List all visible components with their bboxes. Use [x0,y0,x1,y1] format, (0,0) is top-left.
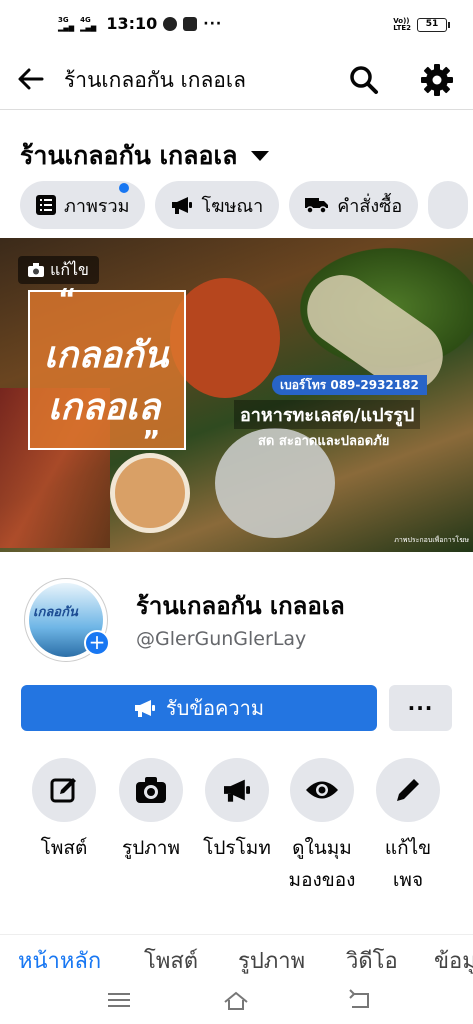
action-view-as[interactable]: ดูในมุม มองของ [277,758,367,896]
action-circle [119,758,183,822]
page-name-heading: ร้านเกลอกัน เกลอเล [20,141,238,170]
status-time: 13:10 [106,14,158,33]
edit-cover-label: แก้ไข [50,259,89,279]
caret-down-icon[interactable] [251,151,270,161]
action-label: รูปภาพ [122,837,180,859]
status-left: 3G ▂▄▆ 4G ▂▄▆ 13:10 ··· [58,14,222,33]
action-label: โปรโมท [203,837,271,859]
cover-decoration [170,278,280,398]
tab-about[interactable]: ข้อมู [434,943,473,978]
chip-label: คำสั่งซื้อ [337,195,403,217]
search-icon[interactable] [346,62,382,98]
action-circle [290,758,354,822]
action-circle [376,758,440,822]
action-circle [32,758,96,822]
chip-label: โฆษณา [201,195,264,217]
camera-icon [136,777,166,803]
action-label: แก้ไข เพจ [384,837,432,891]
add-story-plus-icon[interactable]: + [84,630,110,656]
top-app-bar: ร้านเกลอกัน เกลอเล [0,50,473,110]
action-label: โพสต์ [40,837,88,859]
action-label: ดูในมุม มองของ [288,837,356,891]
cover-subline: สด สะอาดและปลอดภัย [258,434,390,449]
tab-videos[interactable]: วิดีโอ [346,943,398,978]
megaphone-icon [224,779,250,802]
volte-icon: Vo)) LTE2 [393,17,411,32]
cover-footnote: ภาพประกอบเพื่อการโฆษ [394,536,469,544]
more-options-button[interactable]: ··· [389,685,452,731]
compose-icon [50,778,76,803]
tab-home[interactable]: หน้าหลัก [18,943,101,978]
action-edit-page[interactable]: แก้ไข เพจ [363,758,453,896]
page-switcher[interactable]: ร้านเกลอกัน เกลอเล [20,136,270,176]
facebook-notification-icon [183,16,198,31]
chip-orders[interactable]: คำสั่งซื้อ [289,181,419,229]
avatar-text: เกลอกัน [33,605,78,620]
action-circle [205,758,269,822]
cover-logo-line1: เกลอกัน [44,335,169,376]
tab-photos[interactable]: รูปภาพ [238,943,305,978]
cover-headline: อาหารทะเลสด/แปรรูป [234,400,421,429]
quote-close: ” [142,424,161,457]
gear-icon[interactable] [418,61,456,99]
more-notifications-icon: ··· [203,15,223,32]
messenger-notification-icon [163,16,178,31]
truck-icon [305,198,329,214]
management-chips: ภาพรวม โฆษณา คำสั่งซื้อ [20,181,473,229]
chip-label: ภาพรวม [64,195,130,217]
back-nav-icon[interactable] [346,988,374,1012]
cover-decoration [110,453,190,533]
profile-name: ร้านเกลอกัน เกลอเล [136,592,345,620]
signal-1-icon: 3G ▂▄▆ [58,15,75,32]
megaphone-icon [134,700,155,717]
cover-photo[interactable]: แก้ไข “ เกลอกัน เกลอเล ” เบอร์โทร 089-29… [0,238,473,552]
profile-handle: @GlerGunGlerLay [136,628,307,650]
system-nav-bar [0,984,473,1024]
cover-logo: “ เกลอกัน เกลอเล ” [28,282,186,457]
eye-icon [306,781,338,799]
pencil-icon [397,779,419,801]
chip-overview[interactable]: ภาพรวม [20,181,146,229]
home-icon[interactable] [222,988,250,1012]
megaphone-icon [172,197,193,214]
chip-ads[interactable]: โฆษณา [155,181,280,229]
action-post[interactable]: โพสต์ [19,758,109,864]
chip-more[interactable] [428,181,469,229]
action-photo[interactable]: รูปภาพ [106,758,196,864]
page-tabs: หน้าหลัก โพสต์ รูปภาพ วิดีโอ ข้อมู [0,934,473,984]
back-arrow-icon[interactable] [14,62,48,96]
signal-2-icon: 4G ▂▄▆ [80,15,97,32]
action-promote[interactable]: โปรโมท [192,758,282,864]
quote-open: “ [58,282,77,315]
tab-posts[interactable]: โพสต์ [144,943,198,978]
receive-messages-button[interactable]: รับข้อความ [21,685,377,731]
receive-messages-label: รับข้อความ [165,696,265,720]
menu-icon[interactable] [105,988,133,1012]
top-bar-title: ร้านเกลอกัน เกลอเล [64,68,246,92]
camera-icon [28,263,44,277]
overview-list-icon [36,195,56,215]
status-right: Vo)) LTE2 51 [393,17,450,32]
more-dots-icon: ··· [407,696,434,720]
cover-phone: เบอร์โทร 089-2932182 [272,375,427,395]
status-bar: 3G ▂▄▆ 4G ▂▄▆ 13:10 ··· Vo)) LTE2 51 [0,0,473,50]
edit-cover-button[interactable]: แก้ไข [18,256,99,284]
battery-icon: 51 [417,18,450,32]
